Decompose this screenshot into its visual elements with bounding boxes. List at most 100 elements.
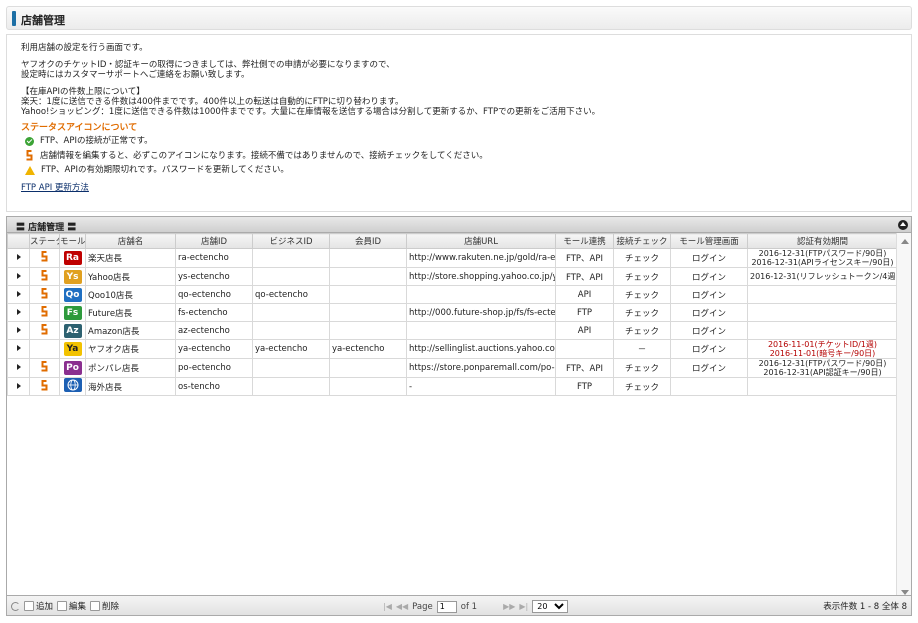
table-row[interactable]: Qo Qoo10店長 qo-ectencho qo-ectencho API チェック ログ… [7, 285, 898, 304]
status-cell [29, 339, 60, 359]
table-row[interactable]: Ys Yahoo店長 ys-ectencho http://store.shoppin… [7, 267, 898, 286]
login-button[interactable]: ログイン [670, 267, 748, 286]
check-button[interactable]: チェック [613, 358, 671, 378]
mall-link-cell: FTP、API [555, 267, 614, 286]
auth-period-cell [747, 321, 898, 340]
grid-scrollbar[interactable] [896, 233, 911, 601]
row-expander[interactable] [7, 248, 30, 268]
page-input[interactable] [436, 600, 457, 613]
table-row[interactable]: 海外店長 os-tencho - FTP チェック [7, 377, 898, 396]
store-id-cell: ys-ectencho [175, 267, 253, 286]
first-page-icon[interactable]: |◀ [383, 602, 392, 611]
collapse-grid-button[interactable] [898, 220, 908, 230]
login-button[interactable]: ログイン [670, 339, 748, 359]
table-row[interactable]: Ra 楽天店長 ra-ectencho http://www.rakuten.ne.j… [7, 248, 898, 268]
row-expander[interactable] [7, 377, 30, 396]
scroll-up-icon[interactable] [901, 239, 909, 244]
edit-label: 編集 [69, 602, 87, 612]
col-business-id[interactable]: ビジネスID [252, 233, 330, 249]
expand-arrow-icon[interactable] [16, 382, 21, 389]
mall-cell: Qo [59, 285, 86, 304]
mall-logo: Po [63, 361, 82, 375]
business-id-cell [252, 303, 330, 322]
login-button[interactable]: ログイン [670, 358, 748, 378]
rows-per-page-select[interactable]: 20 [532, 600, 569, 613]
login-button[interactable] [670, 377, 748, 396]
delete-button[interactable]: 削除 [90, 600, 119, 612]
last-page-icon[interactable]: ▶| [519, 602, 528, 611]
store-table: ステータス モール 店舗名 店舗ID ビジネスID 会員ID 店舗URL モール… [7, 233, 898, 396]
title-accent [12, 11, 16, 26]
row-expander[interactable] [7, 339, 30, 359]
api-heading: 【在庫APIの件数上限について】 [21, 87, 145, 97]
row-expander[interactable] [7, 303, 30, 322]
col-mall-link[interactable]: モール連携 [555, 233, 614, 249]
check-button[interactable]: チェック [613, 285, 671, 304]
expand-arrow-icon[interactable] [16, 326, 21, 333]
auth-line-2: 2016-12-31(API認証キー/90日) [763, 368, 882, 377]
check-button[interactable]: チェック [613, 303, 671, 322]
page-header: 店舗管理 [6, 6, 912, 30]
table-row[interactable]: Ya ヤフオク店長 ya-ectencho ya-ectencho ya-ectench… [7, 339, 898, 359]
check-button[interactable]: チェック [613, 377, 671, 396]
login-button[interactable]: ログイン [670, 248, 748, 268]
expand-arrow-icon[interactable] [16, 364, 21, 370]
yahoo-note-1: ヤフオクのチケットID・認証キーの取得につきましては、弊社側での申請が必要になり… [21, 60, 395, 70]
auth-period-cell [747, 377, 898, 396]
business-id-cell [252, 248, 330, 268]
check-button[interactable]: チェック [613, 321, 671, 340]
store-name-cell: ヤフオク店長 [85, 339, 176, 359]
grid-caption-text: 店舗管理 [28, 223, 65, 233]
col-mall-admin[interactable]: モール管理画面 [670, 233, 748, 249]
status-cell [29, 267, 60, 286]
mall-link-cell: FTP、API [555, 248, 614, 268]
row-expander[interactable] [7, 285, 30, 304]
store-url-cell: http://store.shopping.yahoo.co.jp/ys-ect… [406, 267, 556, 286]
expand-arrow-icon[interactable] [16, 290, 21, 297]
col-member-id[interactable]: 会員ID [329, 233, 407, 249]
prev-page-icon[interactable]: ◀◀ [396, 602, 408, 611]
delete-icon [90, 601, 101, 611]
edit-button[interactable]: 編集 [57, 600, 86, 612]
mall-link-cell: API [555, 285, 614, 304]
auth-period-cell [747, 303, 898, 322]
store-name-cell: Yahoo店長 [85, 267, 176, 286]
login-button[interactable]: ログイン [670, 285, 748, 304]
next-page-icon[interactable]: ▶▶ [503, 602, 515, 611]
table-row[interactable]: Az Amazon店長 az-ectencho API チェック ログイン [7, 321, 898, 340]
auth-period-cell: 2016-12-31(FTPパスワード/90日) 2016-12-31(APIライ… [747, 248, 898, 268]
member-id-cell [329, 321, 407, 340]
expand-arrow-icon[interactable] [16, 345, 21, 351]
row-expander[interactable] [7, 267, 30, 286]
store-name-cell: 楽天店長 [85, 248, 176, 268]
check-button[interactable]: チェック [613, 248, 671, 268]
member-id-cell [329, 285, 407, 304]
add-button[interactable]: 追加 [24, 600, 53, 612]
mall-logo: Ra [63, 251, 82, 265]
expand-arrow-icon[interactable] [16, 308, 21, 315]
login-button[interactable]: ログイン [670, 321, 748, 340]
refresh-icon[interactable] [11, 601, 20, 611]
col-mall[interactable]: モール [59, 233, 86, 249]
col-store-id[interactable]: 店舗ID [175, 233, 253, 249]
yahoo-note-2: 設定時にはカスタマーサポートへご連絡をお願い致します。 [21, 70, 250, 80]
table-row[interactable]: Po ポンパレ店長 po-ectencho https://store.ponpare… [7, 358, 898, 378]
login-button[interactable]: ログイン [670, 303, 748, 322]
col-store-url[interactable]: 店舗URL [406, 233, 556, 249]
col-connection-check[interactable]: 接続チェック [613, 233, 671, 249]
row-expander[interactable] [7, 321, 30, 340]
ftp-api-update-link[interactable]: FTP API 更新方法 [21, 183, 897, 193]
table-row[interactable]: Fs Future店長 fs-ectencho http://000.future-s… [7, 303, 898, 322]
store-id-cell: fs-ectencho [175, 303, 253, 322]
store-name-cell: Future店長 [85, 303, 176, 322]
expand-arrow-icon[interactable] [16, 254, 21, 260]
api-limit-yahoo: Yahoo!ショッピング：1度に送信できる件数は1000件までです。大量に在庫情… [21, 107, 601, 117]
check-button[interactable]: － [613, 339, 671, 359]
col-auth-period[interactable]: 認証有効期間 [747, 233, 898, 249]
store-name-cell: Amazon店長 [85, 321, 176, 340]
check-button[interactable]: チェック [613, 267, 671, 286]
expand-arrow-icon[interactable] [16, 272, 21, 279]
col-store-name[interactable]: 店舗名 [85, 233, 176, 249]
row-expander[interactable] [7, 358, 30, 378]
col-status[interactable]: ステータス [29, 233, 60, 249]
